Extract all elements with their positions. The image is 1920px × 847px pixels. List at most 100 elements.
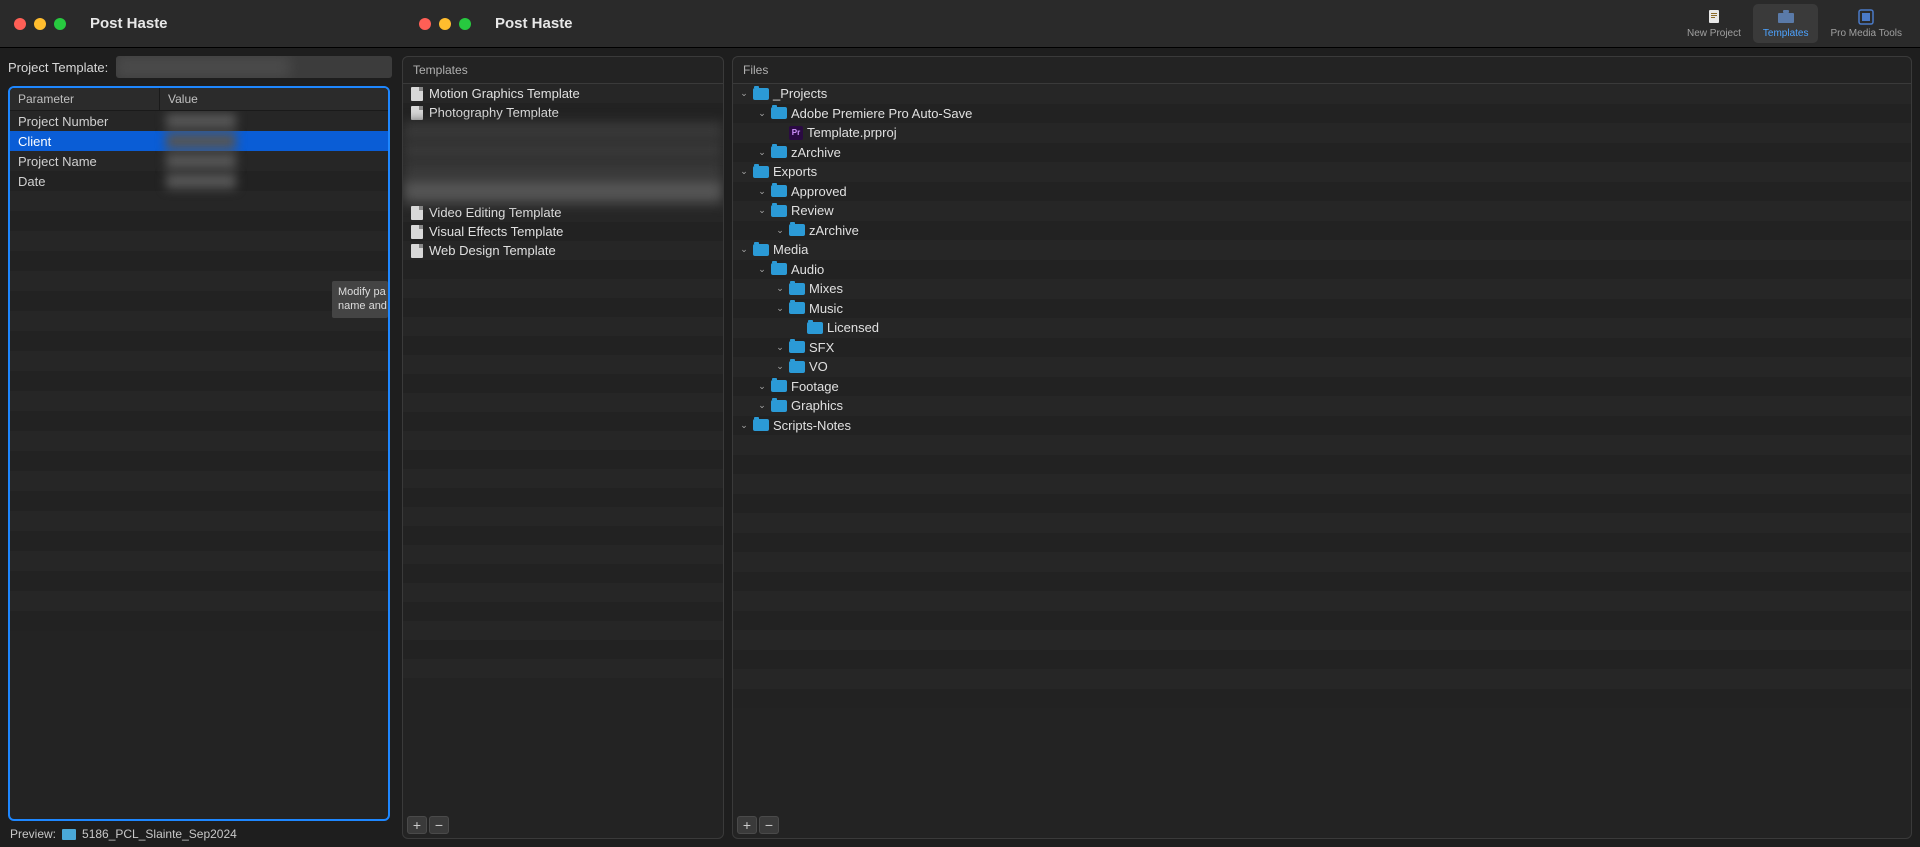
empty-row (733, 572, 1911, 592)
folder-icon (789, 224, 805, 236)
folder-icon (789, 361, 805, 373)
template-row[interactable]: Visual Effects Template (403, 222, 723, 241)
parameter-value[interactable] (160, 133, 388, 149)
col-parameter[interactable]: Parameter (10, 88, 160, 110)
parameters-table: Parameter Value Project NumberClientProj… (8, 86, 390, 821)
disclosure-icon[interactable]: ⌄ (775, 225, 785, 235)
new-project-button[interactable]: New Project (1677, 4, 1751, 43)
empty-row (733, 650, 1911, 670)
tree-row[interactable]: ⌄Exports (733, 162, 1911, 182)
templates-button[interactable]: Templates (1753, 4, 1819, 43)
add-file-button[interactable]: + (737, 816, 757, 834)
parameter-value[interactable] (160, 113, 388, 129)
tree-row[interactable]: ⌄Graphics (733, 396, 1911, 416)
template-row[interactable]: Web Design Template (403, 241, 723, 260)
template-row[interactable] (403, 179, 723, 203)
empty-row (403, 488, 723, 507)
template-name: Motion Graphics Template (429, 86, 580, 101)
minimize-icon[interactable] (439, 18, 451, 30)
close-icon[interactable] (419, 18, 431, 30)
parameter-value[interactable] (160, 173, 388, 189)
template-row[interactable]: Video Editing Template (403, 203, 723, 222)
toolbar-label: Pro Media Tools (1830, 28, 1902, 39)
tree-item-name: _Projects (773, 86, 827, 101)
folder-icon (789, 302, 805, 314)
traffic-lights-secondary (405, 18, 485, 30)
tree-row[interactable]: ⌄Media (733, 240, 1911, 260)
folder-icon (753, 419, 769, 431)
parameter-value[interactable] (160, 153, 388, 169)
empty-row (10, 331, 388, 351)
titlebar-secondary: Post Haste (405, 15, 573, 32)
disclosure-icon[interactable]: ⌄ (757, 401, 767, 411)
window-title-1: Post Haste (90, 15, 168, 32)
tree-row[interactable]: ⌄Mixes (733, 279, 1911, 299)
parameter-row[interactable]: Project Number (10, 111, 388, 131)
media-tools-icon (1855, 8, 1877, 26)
disclosure-icon[interactable] (793, 323, 803, 333)
disclosure-icon[interactable]: ⌄ (739, 167, 749, 177)
template-row[interactable] (403, 122, 723, 141)
template-row[interactable] (403, 160, 723, 179)
parameter-row[interactable]: Date (10, 171, 388, 191)
remove-template-button[interactable]: − (429, 816, 449, 834)
disclosure-icon[interactable]: ⌄ (757, 206, 767, 216)
empty-row (733, 552, 1911, 572)
tree-row[interactable]: ⌄Scripts-Notes (733, 416, 1911, 436)
tree-row[interactable]: ⌄zArchive (733, 143, 1911, 163)
empty-row (10, 451, 388, 471)
disclosure-icon[interactable]: ⌄ (757, 381, 767, 391)
preview-row: Preview: 5186_PCL_Slainte_Sep2024 (0, 821, 398, 847)
folder-icon (789, 341, 805, 353)
empty-row (403, 298, 723, 317)
project-template-dropdown[interactable] (116, 56, 392, 78)
tree-row[interactable]: ⌄ Audio (733, 260, 1911, 280)
tree-row[interactable]: ⌄Review (733, 201, 1911, 221)
template-row[interactable] (403, 141, 723, 160)
tree-row[interactable]: ⌄Music (733, 299, 1911, 319)
tooltip: Modify paname and (332, 281, 388, 318)
disclosure-icon[interactable]: ⌄ (739, 89, 749, 99)
empty-row (733, 689, 1911, 709)
tree-item-name: Adobe Premiere Pro Auto-Save (791, 106, 972, 121)
document-plus-icon (1703, 8, 1725, 26)
disclosure-icon[interactable]: ⌄ (739, 245, 749, 255)
parameter-row[interactable]: Client (10, 131, 388, 151)
tree-row[interactable]: Licensed (733, 318, 1911, 338)
disclosure-icon[interactable]: ⌄ (757, 186, 767, 196)
disclosure-icon[interactable]: ⌄ (757, 264, 767, 274)
tree-row[interactable]: ⌄zArchive (733, 221, 1911, 241)
tree-row[interactable]: ⌄Footage (733, 377, 1911, 397)
add-template-button[interactable]: + (407, 816, 427, 834)
folder-icon (62, 829, 76, 840)
tree-row[interactable]: ⌄ Adobe Premiere Pro Auto-Save (733, 104, 1911, 124)
folder-icon (807, 322, 823, 334)
tree-row[interactable]: ⌄ _Projects (733, 84, 1911, 104)
template-row[interactable]: Motion Graphics Template (403, 84, 723, 103)
disclosure-icon[interactable]: ⌄ (775, 362, 785, 372)
disclosure-icon[interactable]: ⌄ (775, 342, 785, 352)
close-icon[interactable] (14, 18, 26, 30)
col-value[interactable]: Value (160, 88, 388, 110)
tree-row[interactable]: ⌄ VO (733, 357, 1911, 377)
parameter-row[interactable]: Project Name (10, 151, 388, 171)
disclosure-icon[interactable]: ⌄ (757, 108, 767, 118)
disclosure-icon[interactable]: ⌄ (775, 303, 785, 313)
tree-row[interactable]: ⌄Approved (733, 182, 1911, 202)
tree-row[interactable]: PrTemplate.prproj (733, 123, 1911, 143)
zoom-icon[interactable] (459, 18, 471, 30)
disclosure-icon[interactable]: ⌄ (775, 284, 785, 294)
tree-row[interactable]: ⌄SFX (733, 338, 1911, 358)
zoom-icon[interactable] (54, 18, 66, 30)
tree-item-name: Audio (791, 262, 824, 277)
template-row[interactable]: Photography Template (403, 103, 723, 122)
disclosure-icon[interactable] (775, 128, 785, 138)
pro-media-tools-button[interactable]: Pro Media Tools (1820, 4, 1912, 43)
remove-file-button[interactable]: − (759, 816, 779, 834)
minimize-icon[interactable] (34, 18, 46, 30)
disclosure-icon[interactable]: ⌄ (757, 147, 767, 157)
tree-item-name: VO (809, 359, 828, 374)
toolbar-label: Templates (1763, 28, 1809, 39)
empty-row (733, 513, 1911, 533)
disclosure-icon[interactable]: ⌄ (739, 420, 749, 430)
